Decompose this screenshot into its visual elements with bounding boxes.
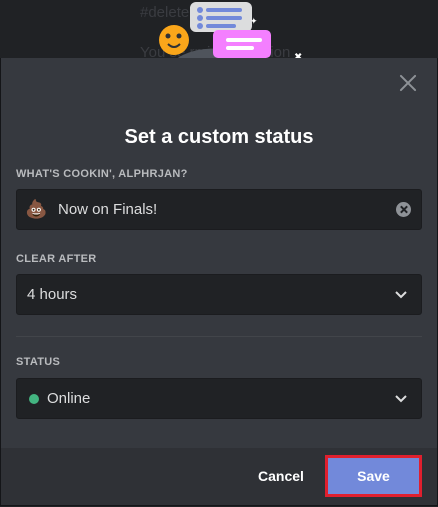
section-divider — [16, 336, 422, 337]
custom-status-dialog: Set a custom status WHAT'S COOKIN', ALPH… — [0, 58, 438, 506]
status-text-label: WHAT'S COOKIN', ALPHRJAN? — [16, 168, 188, 180]
custom-status-value: Now on Finals! — [58, 201, 158, 218]
status-select[interactable]: Online — [16, 378, 422, 419]
chevron-down-icon — [395, 395, 407, 403]
clear-after-value: 4 hours — [27, 286, 78, 303]
status-label: STATUS — [16, 356, 61, 368]
clear-input-icon[interactable] — [396, 202, 411, 217]
svg-text:✦: ✦ — [250, 17, 258, 27]
clear-after-label: CLEAR AFTER — [16, 253, 97, 265]
status-value: Online — [47, 390, 91, 407]
clear-after-select[interactable]: 4 hours — [16, 274, 422, 315]
custom-status-input[interactable]: 💩 Now on Finals! — [16, 189, 422, 230]
poop-emoji-icon[interactable]: 💩 — [25, 199, 47, 220]
cancel-button[interactable]: Cancel — [258, 468, 304, 484]
close-icon[interactable] — [397, 72, 419, 94]
save-button[interactable]: Save — [325, 455, 422, 497]
chevron-down-icon — [395, 291, 407, 299]
dialog-title: Set a custom status — [124, 126, 314, 148]
smiley-emoji — [159, 25, 189, 55]
online-status-icon — [29, 394, 39, 404]
